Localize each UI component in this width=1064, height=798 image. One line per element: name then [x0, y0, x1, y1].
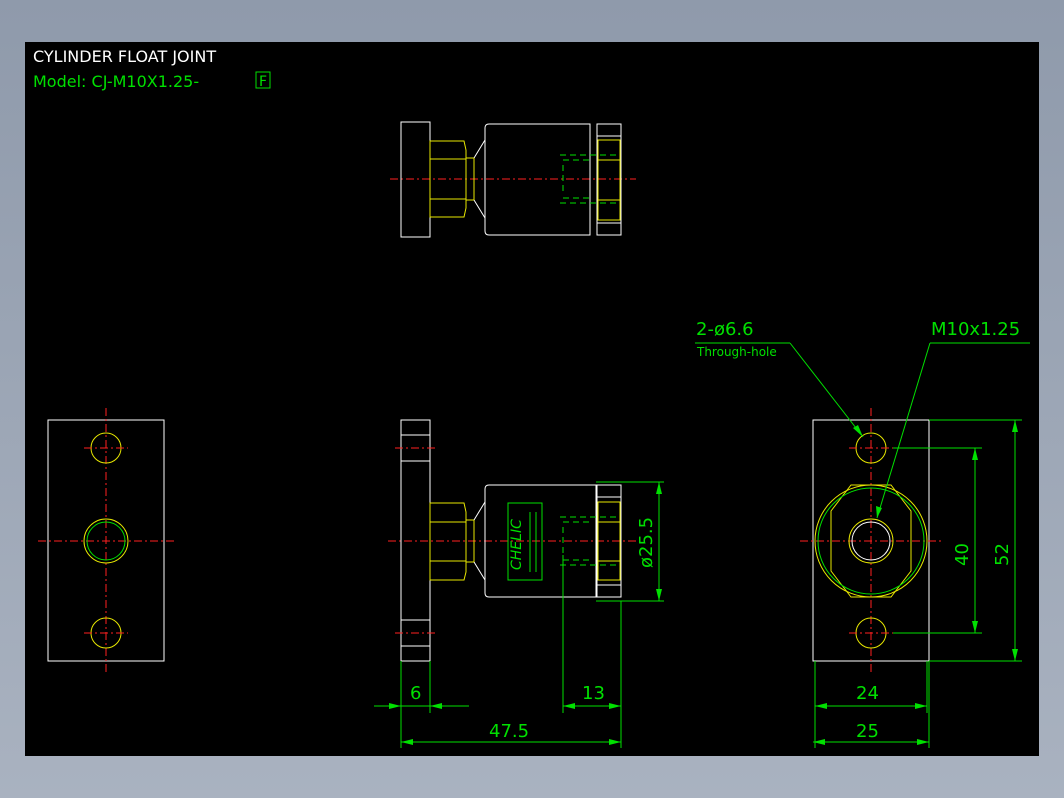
end-view-callouts: 2-ø6.6 Through-hole M10x1.25 — [695, 319, 1030, 519]
dim-overall-length: 47.5 — [489, 721, 529, 742]
top-view — [390, 121, 636, 238]
callout-thread: M10x1.25 — [931, 319, 1020, 340]
dim-hex-width: 24 — [856, 683, 879, 704]
dim-thread-depth: 13 — [582, 683, 605, 704]
logo-text: CHELIC — [509, 519, 525, 570]
callout-holes-note: Through-hole — [696, 345, 777, 359]
dim-plate-thickness: 6 — [410, 683, 421, 704]
left-view — [38, 408, 174, 672]
dim-hole-pitch: 40 — [952, 543, 973, 566]
end-view-dimensions: 40 52 24 25 — [813, 419, 1022, 748]
dim-plate-height: 52 — [992, 543, 1013, 566]
callout-holes: 2-ø6.6 — [696, 319, 754, 340]
model-label: Model: CJ-M10X1.25- — [33, 72, 199, 91]
model-suffix: F — [259, 74, 267, 90]
drawing-title: CYLINDER FLOAT JOINT — [33, 47, 216, 66]
drawing-sheet: CYLINDER FLOAT JOINT Model: CJ-M10X1.25-… — [33, 47, 1030, 748]
dim-plate-width: 25 — [856, 721, 879, 742]
cad-viewport[interactable]: CYLINDER FLOAT JOINT Model: CJ-M10X1.25-… — [25, 42, 1039, 756]
front-view: CHELIC — [388, 419, 636, 662]
dim-body-diameter: ø25.5 — [636, 517, 657, 568]
